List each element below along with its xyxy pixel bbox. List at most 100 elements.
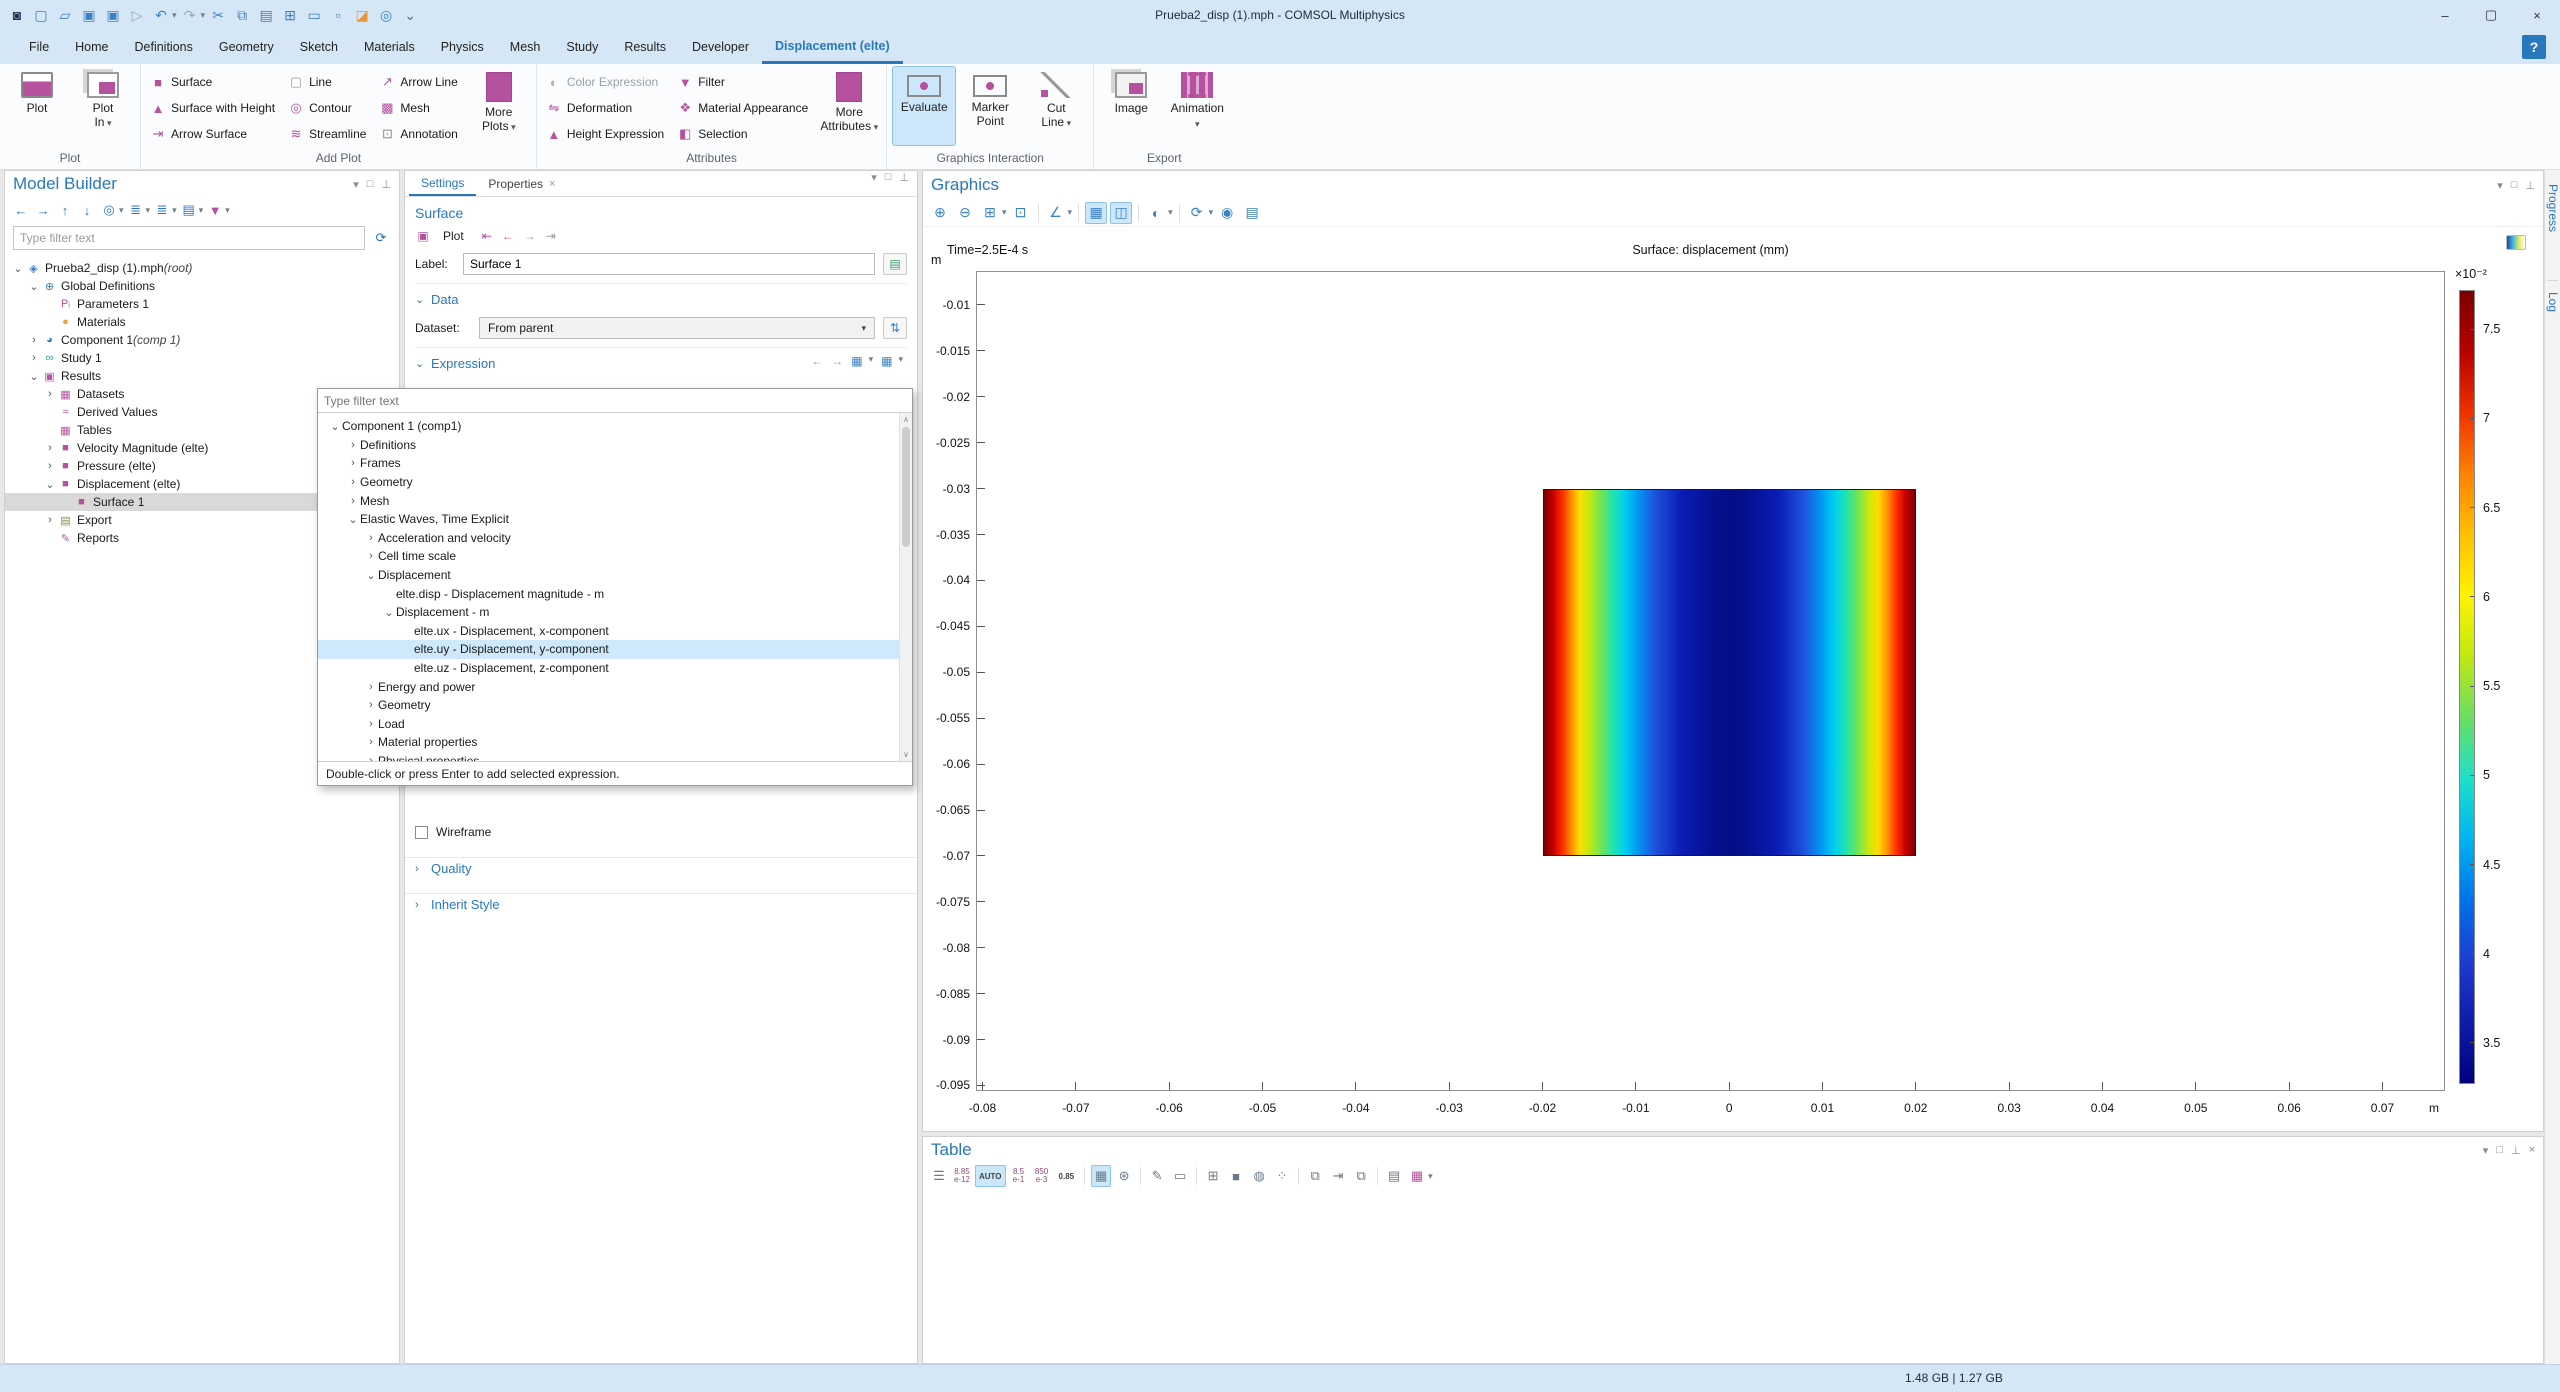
annotation-button[interactable]: ⊡Annotation	[374, 121, 465, 147]
evaluate-button[interactable]: Evaluate	[892, 66, 956, 146]
minimize-button[interactable]: –	[2422, 0, 2468, 30]
panel-menu-icon[interactable]: ▾	[2483, 1144, 2489, 1157]
panel-menu-icon[interactable]: ▾	[871, 171, 877, 196]
comsol-logo[interactable]: ◙	[6, 4, 28, 26]
tree-item-displacement[interactable]: ⌄Displacement	[318, 566, 912, 585]
label-field-input[interactable]	[463, 253, 875, 275]
tree-item-study-1[interactable]: ›∞Study 1	[5, 349, 399, 367]
tab-progress[interactable]: Progress	[2546, 184, 2560, 232]
panel-menu-icon[interactable]: ▾	[2497, 179, 2503, 192]
panel-float-icon[interactable]: □	[2496, 1144, 2503, 1157]
new-file-icon[interactable]: ▢	[30, 4, 52, 26]
close-icon[interactable]: ×	[2529, 1144, 2535, 1157]
clear-selection-icon[interactable]: ◪	[351, 4, 373, 26]
copy-icon[interactable]: ⧉	[231, 4, 253, 26]
tree-chevron-icon[interactable]: ›	[346, 476, 360, 488]
height-expression-button[interactable]: ▲Height Expression	[541, 121, 672, 147]
mb-back-icon[interactable]: ←	[11, 200, 31, 220]
tree-chevron-icon[interactable]: ›	[43, 514, 57, 526]
tab-study[interactable]: Study	[553, 30, 611, 64]
precision-icon[interactable]: ☰	[929, 1165, 949, 1187]
deformation-button[interactable]: ⇋Deformation	[541, 95, 672, 121]
select-box-icon[interactable]: ▫	[327, 4, 349, 26]
copy-selection-icon[interactable]: ⧉	[1351, 1165, 1371, 1187]
close-icon[interactable]: ×	[549, 178, 555, 190]
cut-line-button[interactable]: CutLine ▾	[1024, 66, 1088, 146]
filter-button[interactable]: ▼Filter	[672, 69, 816, 95]
tree-chevron-icon[interactable]: ›	[364, 755, 378, 761]
tree-item-component-1[interactable]: ›◕Component 1 (comp 1)	[5, 331, 399, 349]
tree-item-results[interactable]: ⌄▣Results	[5, 367, 399, 385]
save-as-icon[interactable]: ▣	[102, 4, 124, 26]
previous-plot-icon[interactable]: ←	[502, 229, 514, 243]
scientific-notation-icon[interactable]: 8.85e-12	[952, 1165, 972, 1187]
label-edit-icon[interactable]: ▤	[883, 253, 907, 275]
expression-section-header[interactable]: ⌄ Expression ←→▦▾▦▾	[415, 356, 907, 371]
close-button[interactable]: ×	[2514, 0, 2560, 30]
expr-replace-icon[interactable]: ▦	[881, 354, 892, 368]
panel-pin-icon[interactable]: ⊥	[2525, 179, 2535, 192]
panel-pin-icon[interactable]: ⊥	[381, 178, 391, 191]
redo-icon[interactable]: ↷	[179, 4, 201, 26]
help-button[interactable]: ?	[2522, 35, 2546, 59]
table-grid-icon[interactable]: ▦	[1407, 1165, 1427, 1187]
expression-filter-input[interactable]	[318, 389, 912, 412]
tree-chevron-icon[interactable]: ›	[364, 718, 378, 730]
tree-item-prueba2-disp-1-mph[interactable]: ⌄◈Prueba2_disp (1).mph (root)	[5, 259, 399, 277]
tree-item-definitions[interactable]: ›Definitions	[318, 436, 912, 455]
mb-move-down-icon[interactable]: ↓	[77, 200, 97, 220]
tree-chevron-icon[interactable]: ›	[27, 334, 41, 346]
tree-chevron-icon[interactable]: ›	[364, 699, 378, 711]
more-plots-button[interactable]: MorePlots ▾	[467, 66, 531, 146]
duplicate-icon[interactable]: ⊞	[279, 4, 301, 26]
tree-chevron-icon[interactable]: ⌄	[346, 513, 360, 526]
tree-item-elte-disp-displacement-magnitude-m[interactable]: elte.disp - Displacement magnitude - m	[318, 584, 912, 603]
panel-float-icon[interactable]: □	[367, 178, 374, 191]
tab-settings[interactable]: Settings	[409, 171, 476, 196]
tree-chevron-icon[interactable]: ›	[346, 457, 360, 469]
tree-item-material-properties[interactable]: ›Material properties	[318, 733, 912, 752]
scene-settings-icon[interactable]: ⟳	[1186, 202, 1208, 224]
color-palette-icon[interactable]: ◐	[1145, 202, 1167, 224]
scrollbar-thumb[interactable]	[902, 427, 910, 547]
tree-item-frames[interactable]: ›Frames	[318, 454, 912, 473]
tab-developer[interactable]: Developer	[679, 30, 762, 64]
tree-chevron-icon[interactable]: ›	[364, 681, 378, 693]
tree-chevron-icon[interactable]: ›	[43, 442, 57, 454]
expr-back-icon[interactable]: ←	[811, 354, 823, 368]
polar-view-icon[interactable]: ⊛	[1114, 1165, 1134, 1187]
tree-chevron-icon[interactable]: ⌄	[382, 606, 396, 619]
inherit-style-section-header[interactable]: › Inherit Style	[415, 897, 500, 912]
save-icon[interactable]: ▣	[78, 4, 100, 26]
tab-log[interactable]: Log	[2546, 292, 2560, 312]
decimal-notation-icon[interactable]: 0.85	[1055, 1165, 1079, 1187]
line-button[interactable]: ▢Line	[283, 69, 374, 95]
plot-in-button[interactable]: PlotIn ▾	[71, 66, 135, 146]
panel-menu-icon[interactable]: ▾	[353, 178, 359, 191]
qat-collapse-icon[interactable]: ⌄	[399, 4, 421, 26]
streamline-button[interactable]: ≋Streamline	[283, 121, 374, 147]
full-table-icon[interactable]: ■	[1226, 1165, 1246, 1187]
contour-button[interactable]: ◎Contour	[283, 95, 374, 121]
tree-item-energy-and-power[interactable]: ›Energy and power	[318, 677, 912, 696]
tree-chevron-icon[interactable]: ›	[346, 495, 360, 507]
selection-button[interactable]: ◧Selection	[672, 121, 816, 147]
tree-chevron-icon[interactable]: ›	[346, 439, 360, 451]
tree-chevron-icon[interactable]: ⌄	[11, 262, 25, 275]
tree-item-elte-uz-displacement-z-component[interactable]: elte.uz - Displacement, z-component	[318, 659, 912, 678]
zoom-out-icon[interactable]: ⊖	[954, 202, 976, 224]
tab-home[interactable]: Home	[62, 30, 121, 64]
tree-item-elastic-waves-time-explicit[interactable]: ⌄Elastic Waves, Time Explicit	[318, 510, 912, 529]
tree-item-materials[interactable]: ●Materials	[5, 313, 399, 331]
tree-item-geometry[interactable]: ›Geometry	[318, 696, 912, 715]
surface-with-height-button[interactable]: ▲Surface with Height	[145, 95, 283, 121]
zoom-box-icon[interactable]: ⊞	[979, 202, 1001, 224]
find-icon[interactable]: ◎	[375, 4, 397, 26]
tree-chevron-icon[interactable]: ⌄	[27, 280, 41, 293]
tab-physics[interactable]: Physics	[428, 30, 497, 64]
panel-float-icon[interactable]: □	[2511, 179, 2518, 192]
tree-item-component-1-comp1-[interactable]: ⌄Component 1 (comp1)	[318, 417, 912, 436]
tree-item-cell-time-scale[interactable]: ›Cell time scale	[318, 547, 912, 566]
settings-plot-button[interactable]: Plot	[443, 229, 464, 243]
zoom-extents-icon[interactable]: ⊡	[1010, 202, 1032, 224]
